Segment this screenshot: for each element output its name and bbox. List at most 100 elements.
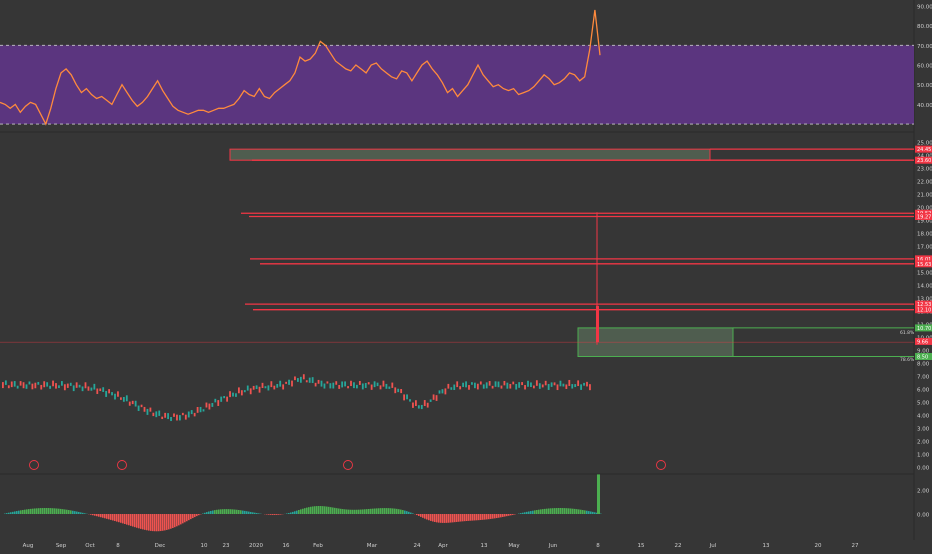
x-axis-label: 20 (815, 543, 822, 549)
price-candle (93, 384, 95, 390)
price-candle (477, 384, 479, 390)
hist-bar (258, 513, 260, 514)
hist-bar (316, 506, 318, 514)
hist-bar (444, 514, 446, 523)
price-candle (577, 380, 579, 386)
hist-bar (512, 514, 514, 515)
price-candle (214, 399, 216, 403)
hist-bar (594, 512, 596, 514)
supply-zone (230, 149, 710, 160)
price-candle (49, 386, 51, 389)
price-candle (217, 400, 219, 406)
price-candle (489, 381, 491, 386)
event-marker-icon (344, 461, 353, 470)
price-candle (318, 380, 320, 384)
hist-bar (416, 514, 418, 515)
price-tick-label: 5.00 (917, 401, 930, 407)
price-candle (436, 395, 438, 401)
hist-bar (382, 508, 384, 514)
price-candle (329, 383, 331, 388)
price-candle (164, 413, 166, 418)
hist-bar (586, 511, 588, 514)
price-candle (132, 401, 134, 404)
hist-bar (526, 512, 528, 514)
price-candle (247, 386, 249, 391)
rsi-tick-label: 70.00 (917, 44, 932, 50)
hist-bar (498, 514, 500, 518)
price-candle (430, 399, 432, 401)
hist-bar (224, 509, 226, 514)
price-candle (377, 383, 379, 386)
hist-bar (126, 514, 128, 525)
price-tick-label: 21.00 (917, 193, 932, 199)
hist-bar (468, 514, 470, 521)
price-candle (291, 381, 293, 387)
hist-bar (312, 506, 314, 514)
price-candle (85, 382, 87, 388)
price-candle (568, 380, 570, 386)
x-axis-label: 24 (414, 543, 421, 549)
price-candle (20, 381, 22, 386)
price-candle (486, 382, 488, 388)
price-candle (509, 384, 511, 389)
hist-bar (230, 509, 232, 514)
price-badge-label: 12.10 (917, 308, 931, 314)
price-candle (450, 387, 452, 390)
price-candle (185, 415, 187, 420)
hist-bar (390, 508, 392, 514)
hist-bar (454, 514, 456, 522)
x-axis-label: Dec (155, 543, 166, 549)
hist-bar (152, 514, 154, 531)
hist-bar (340, 509, 342, 514)
price-candle (203, 409, 205, 411)
x-axis-label: Aug (23, 543, 34, 549)
x-axis-label: 13 (481, 543, 488, 549)
hist-bar (294, 511, 296, 514)
hist-bar (310, 507, 312, 514)
hist-bar (118, 514, 120, 522)
price-candle (374, 381, 376, 387)
hist-bar (460, 514, 462, 522)
price-candle (155, 411, 157, 417)
x-axis-label: Mar (367, 543, 378, 549)
price-candle (518, 382, 520, 388)
price-candle (11, 381, 13, 387)
price-candle (565, 384, 567, 389)
hist-bar (324, 506, 326, 514)
price-candle (456, 381, 458, 387)
chart-canvas[interactable]: 90.0080.0070.0060.0050.0040.0025.0024.00… (0, 0, 932, 550)
price-candle (303, 374, 305, 379)
hist-bar (196, 514, 198, 516)
hist-bar (288, 513, 290, 514)
price-candle (515, 384, 517, 390)
hist-bar (12, 512, 14, 514)
price-candle (554, 382, 556, 385)
hist-bar (30, 509, 32, 514)
price-candle (76, 382, 78, 387)
price-candle (471, 382, 473, 385)
price-tick-label: 25.00 (917, 141, 932, 147)
hist-bar (166, 514, 168, 530)
price-candle (409, 399, 411, 401)
price-tick-label: 22.00 (917, 180, 932, 186)
hist-bar (136, 514, 138, 528)
hist-bar (6, 513, 8, 514)
price-candle (427, 403, 429, 408)
hist-bar (18, 511, 20, 514)
price-candle (82, 386, 84, 391)
hist-bar (16, 511, 18, 514)
price-candle (211, 403, 213, 407)
price-candle (158, 411, 160, 416)
hist-bar (538, 510, 540, 514)
hist-bar (96, 514, 98, 516)
price-candle (327, 381, 329, 383)
hist-bar (194, 514, 196, 517)
price-candle (179, 415, 181, 420)
price-candle (265, 386, 267, 388)
price-candle (312, 377, 314, 383)
price-candle (70, 383, 72, 386)
hist-bar (186, 514, 188, 521)
price-candle (182, 413, 184, 415)
rsi-tick-label: 60.00 (917, 64, 932, 70)
price-candle (52, 381, 54, 387)
